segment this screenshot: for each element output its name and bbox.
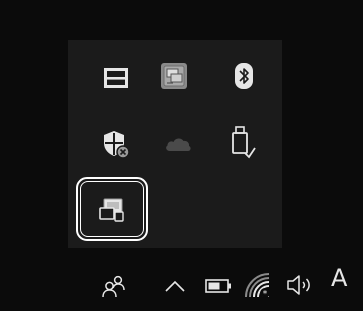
show-hidden-icons-chevron-icon[interactable]: [164, 276, 186, 296]
people-icon[interactable]: [100, 272, 128, 300]
usb-safely-remove-icon[interactable]: [222, 122, 262, 162]
input-language-indicator[interactable]: A: [331, 266, 347, 290]
display-settings-app-icon[interactable]: [154, 56, 194, 96]
battery-icon[interactable]: [205, 276, 233, 296]
volume-icon[interactable]: [286, 272, 314, 298]
svg-text:*: *: [263, 290, 268, 300]
windows-security-warning-icon[interactable]: [96, 124, 136, 164]
onedrive-cloud-icon[interactable]: [158, 124, 198, 164]
remote-display-icon[interactable]: [92, 190, 132, 230]
bluetooth-icon[interactable]: [224, 56, 264, 96]
tablet-mode-icon[interactable]: [96, 58, 136, 98]
wifi-icon[interactable]: *: [242, 270, 272, 300]
